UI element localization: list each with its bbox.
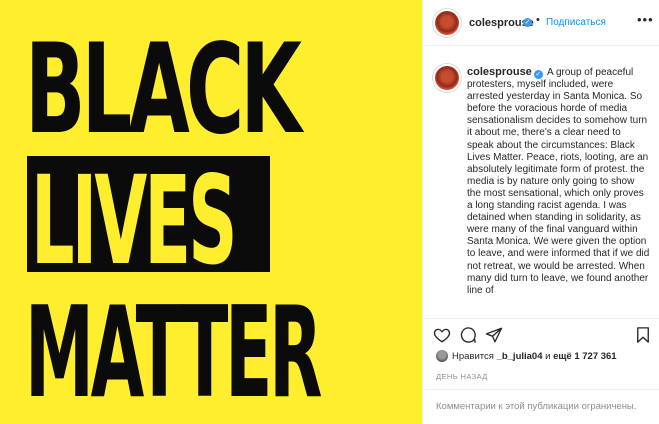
image-word-matter: MATTER (25, 279, 323, 424)
bookmark-icon[interactable] (634, 326, 652, 344)
liker-avatar (436, 350, 448, 362)
separator-dot: • (536, 14, 540, 26)
likes-conjunction: и (545, 351, 551, 362)
verified-badge-icon: ✓ (533, 70, 543, 79)
heart-icon[interactable] (433, 326, 451, 344)
comments-disabled-notice: Комментарии к этой публикации ограничены… (436, 401, 637, 412)
image-word-lives: LIVES (31, 156, 238, 272)
post-caption: colesprouse ✓ A group of peaceful protest… (467, 66, 650, 316)
likes-summary[interactable]: Нравится _b_julia04 и ещё 1 727 361 (436, 350, 617, 364)
liker-username[interactable]: _b_julia04 (497, 351, 543, 362)
caption-text: A group of peaceful protesters, myself i… (467, 67, 650, 296)
verified-badge-icon: ✓ (523, 18, 532, 27)
likes-prefix: Нравится (452, 351, 494, 362)
comment-icon[interactable] (459, 326, 477, 344)
post-side-panel: colesprouse ✓ • Подписаться ••• colespro… (422, 0, 659, 424)
post-image[interactable]: BLACK LIVES MATTER (0, 0, 422, 424)
likes-count[interactable]: ещё 1 727 361 (553, 351, 617, 362)
comments-area: Комментарии к этой публикации ограничены… (423, 389, 659, 424)
more-horizontal-icon[interactable]: ••• (637, 12, 654, 27)
post-header: colesprouse ✓ • Подписаться ••• (423, 0, 659, 46)
avatar[interactable] (433, 9, 461, 37)
caption-username[interactable]: colesprouse (467, 66, 532, 78)
image-lives-box: LIVES (27, 156, 270, 272)
image-word-black: BLACK (25, 18, 302, 162)
caption-avatar[interactable] (433, 64, 461, 92)
post-timestamp[interactable]: ДЕНЬ НАЗАД (436, 372, 488, 381)
share-icon[interactable] (485, 326, 503, 344)
action-bar (423, 318, 659, 348)
follow-button[interactable]: Подписаться (546, 17, 606, 28)
